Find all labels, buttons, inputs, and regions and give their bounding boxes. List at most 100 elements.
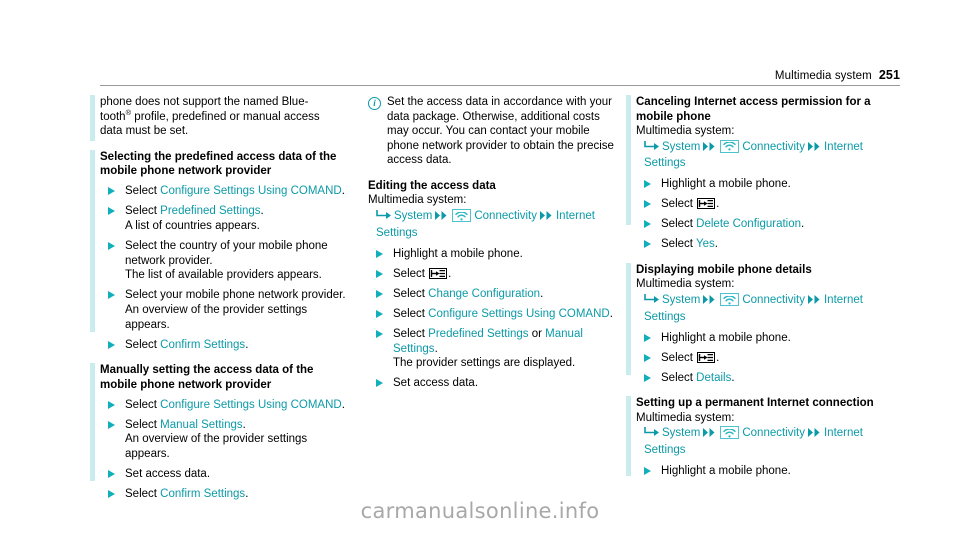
path-item-connectivity[interactable]: Connectivity [742,294,805,306]
step-item: Select Manual Settings. An overview of t… [100,418,350,462]
ui-label[interactable]: Delete Configuration [696,218,801,230]
step-lead: Highlight a mobile phone. [393,247,523,260]
path-separator-icon [807,141,821,157]
step-item: Select the country of your mobile phone … [100,239,350,283]
step-item: Select your mobile phone network provide… [100,288,350,332]
back-to-list-icon[interactable] [697,351,716,363]
step-item: Set access data. [368,376,618,391]
wifi-icon [720,293,740,307]
step-arrow-icon [108,291,115,300]
step-arrow-icon [108,490,115,499]
path-item-system[interactable]: System [394,210,432,222]
info-note-block: i Set the access data in accordance with … [368,95,618,168]
ui-label[interactable]: Configure Settings Using COMAND [428,308,610,320]
step-lead: Highlight a mobile phone. [661,464,791,477]
step-lead: Select [125,418,161,431]
step-tail: . [731,371,735,384]
step-tail: . [801,218,805,231]
step-arrow-icon [108,470,115,479]
path-separator-icon [703,427,716,443]
ui-label[interactable]: Predefined Settings [428,328,528,340]
step-arrow-icon [644,220,651,229]
step-tail: . [341,185,345,198]
path-item-connectivity[interactable]: Connectivity [742,141,805,153]
path-enter-arrow-icon [644,426,660,443]
step-item: Set access data. [100,467,350,482]
path-separator-icon [703,141,716,157]
ui-label[interactable]: Yes [696,238,715,250]
step-arrow-icon [644,373,651,382]
step-arrow-icon [376,269,383,278]
step-arrow-icon [376,379,383,388]
step-lead: Select [393,267,429,280]
change-bar [626,262,631,375]
back-to-list-icon[interactable] [429,267,448,279]
wifi-icon [720,426,740,440]
step-arrow-icon [644,466,651,475]
back-to-list-icon[interactable] [697,198,716,210]
step-lead: Select [661,351,697,364]
ui-label[interactable]: Confirm Settings [160,339,245,351]
step-item: Highlight a mobile phone. [636,331,886,346]
ui-label[interactable]: Configure Settings Using COMAND [160,399,342,411]
change-bar [90,95,95,141]
step-arrow-icon [644,180,651,189]
step-lead: Select [125,398,161,411]
change-bar [90,149,95,332]
step-arrow-icon [376,249,383,258]
step-item: Select Configure Settings Using COMAND. [368,307,618,322]
step-arrow-icon [108,187,115,196]
header-text: Multimedia system 251 [775,68,900,82]
ui-label[interactable]: Predefined Settings [160,205,260,217]
intro-line-4: data must be set. [100,125,189,138]
path-item-connectivity[interactable]: Connectivity [474,210,537,222]
section-canceling-access: Canceling Internet access permission for… [626,95,886,252]
step-item: Select Predefined Settings or Manual Set… [368,327,618,371]
step-lead: Highlight a mobile phone. [661,331,791,344]
step-arrow-icon [644,200,651,209]
section-heading-editing: Editing the access data [368,179,496,192]
ui-label[interactable]: Change Configuration [428,288,540,300]
step-item: Select Details. [636,371,886,386]
path-item-system[interactable]: System [662,294,700,306]
step-lead: Select your mobile phone network provide… [125,289,346,302]
info-icon: i [368,96,381,110]
step-lead: Select [393,287,429,300]
step-item: Highlight a mobile phone. [636,464,886,479]
column-right: Canceling Internet access permission for… [626,95,886,479]
ui-label[interactable]: Configure Settings Using COMAND [160,185,342,197]
section-heading-canceling: Canceling Internet access permission for… [636,96,871,123]
step-arrow-icon [376,309,383,318]
step-tail: . [341,398,345,411]
column-middle: i Set the access data in accordance with … [368,95,618,391]
path-item-system[interactable]: System [662,427,700,439]
step-result: An overview of the provider settings app… [125,433,308,460]
change-bar [626,396,631,477]
step-result: An overview of the provider settings app… [125,303,308,331]
ui-label[interactable]: Details [696,372,731,384]
step-arrow-icon [108,242,115,251]
menu-path: System Connectivity Internet Settings [636,293,886,325]
step-arrow-icon [644,240,651,249]
header-divider [100,85,900,86]
path-item-system[interactable]: System [662,141,700,153]
watermark: carmanualsonline.info [360,499,600,523]
step-arrow-icon [644,333,651,342]
path-item-connectivity[interactable]: Connectivity [742,427,805,439]
step-arrow-icon [108,400,115,409]
step-arrow-icon [644,353,651,362]
step-item: Select Predefined Settings. A list of co… [100,204,350,233]
section-heading-details: Displaying mobile phone details [636,263,812,276]
step-lead: Select [661,198,697,211]
ui-label[interactable]: Manual Settings [160,419,242,431]
step-tail: . [245,338,249,351]
step-lead: Select the country of your mobile phone … [125,240,328,267]
step-result: The list of available providers appears. [125,269,322,282]
step-item: Select . [636,351,886,366]
step-arrow-icon [108,420,115,429]
section-heading-predefined: Selecting the predefined access data of … [100,150,337,178]
step-result: A list of countries appears. [125,219,260,232]
step-tail: . [716,351,720,364]
step-lead: Select [661,218,697,231]
change-bar [90,363,95,482]
